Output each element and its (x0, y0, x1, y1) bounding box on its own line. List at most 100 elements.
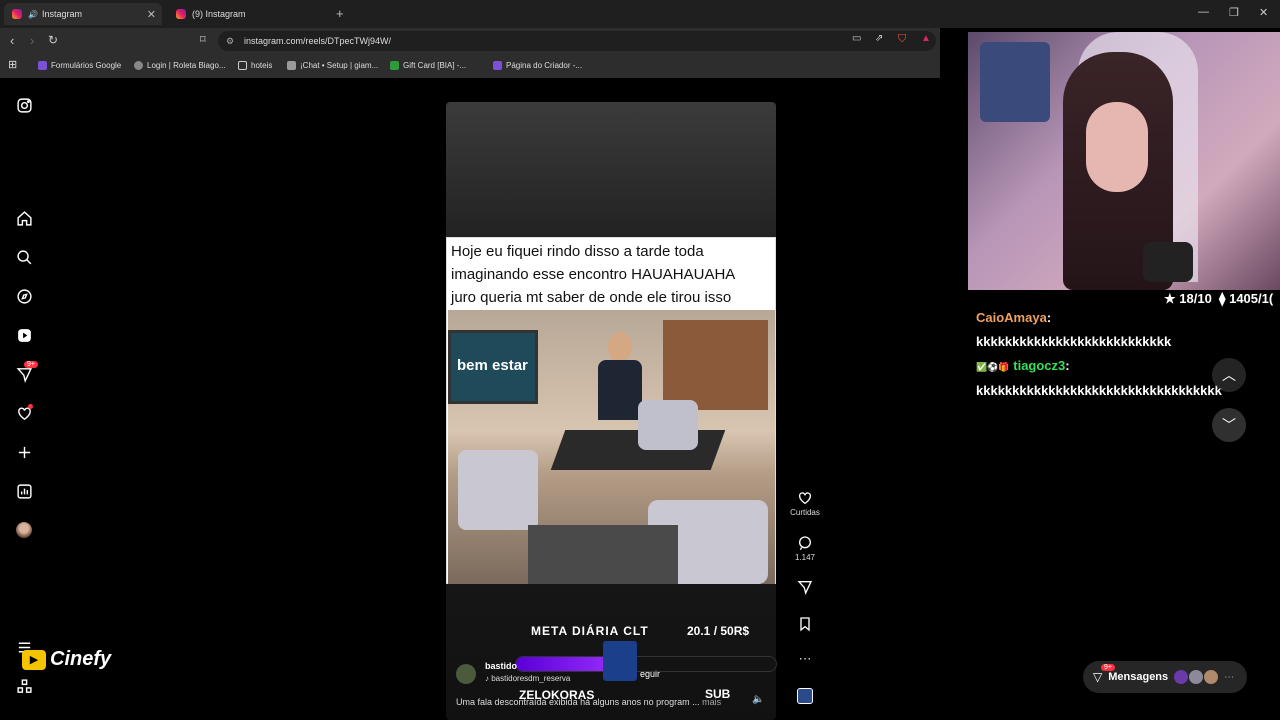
site-info-icon[interactable]: ⚙ (226, 31, 234, 51)
audio-label[interactable]: ♪ bastidoresdm_reserva (485, 674, 570, 683)
bookmark-chat-setup[interactable]: ¡Chat • Setup | giam... (287, 61, 378, 70)
comments-count: 1.147 (794, 553, 816, 562)
forms-icon (38, 61, 47, 70)
bookmark-save-icon (800, 617, 810, 632)
author-avatar[interactable] (456, 664, 476, 684)
previous-reel-button[interactable]: ︿ (1212, 358, 1246, 392)
messages-send-icon: ▽ 9+ (1093, 664, 1115, 684)
bookmark-label: Gift Card [BIA] -... (403, 61, 467, 70)
maximize-button[interactable]: ❐ (1229, 6, 1239, 19)
count-stat: ⧫ 1405/1( (1219, 291, 1274, 306)
audio-name: bastidoresdm_reserva (491, 674, 571, 683)
comment-icon (799, 536, 811, 551)
messages-label: Mensagens (1108, 671, 1169, 683)
instagram-sidebar: 9+ (0, 80, 48, 720)
description-text: Uma fala descontraída exibida há alguns … (456, 697, 700, 707)
mute-icon[interactable]: 🔈 (752, 694, 764, 705)
brave-rewards-icon[interactable]: ▲ (921, 33, 931, 44)
minimize-button[interactable]: — (1198, 6, 1209, 18)
chat-text: kkkkkkkkkkkkkkkkkkkkkkkkkkk (976, 334, 1172, 349)
also-from-meta-icon[interactable] (15, 677, 33, 695)
bookmark-gift-card[interactable]: Gift Card [BIA] -... (390, 61, 466, 70)
cast-icon[interactable]: ▭ (852, 33, 861, 44)
reload-button[interactable]: ↻ (48, 33, 58, 47)
instagram-logo-icon[interactable] (15, 96, 33, 114)
messages-pill[interactable]: ▽ 9+ Mensagens ⋯ (1083, 661, 1247, 693)
chat-badges-icon: ✅⚽🎁 (976, 362, 1010, 372)
direct-messages-icon[interactable]: 9+ (15, 361, 38, 383)
share-icon[interactable]: ⇗ (875, 33, 883, 44)
search-icon[interactable] (15, 248, 33, 266)
chat-message: CaioAmaya: kkkkkkkkkkkkkkkkkkkkkkkkkkk (976, 306, 1272, 354)
folder-icon (238, 61, 247, 70)
bookmark-label: ¡Chat • Setup | giam... (300, 61, 379, 70)
cinefy-logo: ▶ Cinefy (22, 648, 111, 671)
page-icon (287, 61, 296, 70)
streamer-face (1086, 102, 1148, 192)
follow-button[interactable]: eguir (640, 669, 660, 679)
reel-content-card: Hoje eu fiquei rindo disso a tarde toda … (446, 237, 776, 584)
notification-dot (28, 404, 33, 409)
tab-label: (9) Instagram (192, 9, 246, 19)
goal-value: 20.1 / 50R$ (687, 624, 750, 638)
dashboard-icon[interactable] (15, 482, 33, 500)
tab-label: Instagram (41, 9, 82, 19)
likes-label: Curtidas (790, 508, 820, 517)
home-icon[interactable] (15, 209, 33, 227)
bookmark-icon[interactable]: ⌑ (200, 33, 206, 46)
url-text: instagram.com/reels/DTpecTWj94W/ (244, 36, 392, 46)
close-window-button[interactable]: ✕ (1259, 6, 1268, 19)
work-card-icon (603, 641, 637, 681)
tab-instagram-active[interactable]: 🔊 Instagram ✕ (4, 3, 162, 25)
more-options-icon[interactable]: ⋯ (790, 651, 820, 667)
share-action[interactable] (790, 579, 820, 597)
bookmark-pagina-criador[interactable]: Página do Criador -... (493, 61, 582, 70)
bookmark-label: Página do Criador -... (506, 61, 583, 70)
forward-button[interactable]: › (30, 33, 34, 48)
presenter-body (598, 360, 642, 420)
profile-avatar[interactable] (15, 521, 33, 539)
reel-description: Uma fala descontraída exibida há alguns … (456, 697, 721, 707)
instagram-favicon-icon (176, 9, 186, 19)
comment-action[interactable]: 1.147 (790, 535, 820, 562)
caption-line: juro queria mt saber de onde ele tirou i… (451, 289, 732, 306)
cinefy-brand-text: Cinefy (50, 648, 112, 670)
bookmark-hoteis[interactable]: hoteis (238, 61, 272, 70)
more-link[interactable]: mais (702, 697, 721, 707)
new-tab-button[interactable]: + (336, 6, 344, 21)
audio-thumbnail[interactable] (790, 688, 820, 706)
streamer-webcam (968, 32, 1280, 290)
tv-studio-scene: bem estar (448, 310, 775, 584)
brave-shield-icon[interactable]: ⛉ (898, 33, 906, 46)
presenter-head (608, 332, 632, 362)
close-tab-icon[interactable]: ✕ (147, 8, 156, 21)
chat-username: CaioAmaya (976, 310, 1047, 325)
avatar (1204, 670, 1219, 684)
bookmark-formularios[interactable]: Formulários Google (38, 61, 121, 70)
back-button[interactable]: ‹ (10, 33, 14, 48)
armchair-left (458, 450, 538, 530)
notifications-heart-icon[interactable] (15, 404, 33, 422)
messages-more-icon[interactable]: ⋯ (1224, 672, 1234, 683)
create-plus-icon[interactable] (15, 443, 33, 461)
author-username[interactable]: bastido (485, 661, 517, 671)
explore-icon[interactable] (15, 287, 33, 305)
tab-instagram-2[interactable]: (9) Instagram (168, 3, 328, 25)
url-field[interactable]: ⚙ instagram.com/reels/DTpecTWj94W/ (218, 31, 936, 51)
apps-icon[interactable]: ⊞ (8, 58, 17, 71)
chat-header-stats: ★ 18/10 ⧫ 1405/1( (1164, 291, 1273, 307)
bookmark-roleta[interactable]: Login | Roleta Biago... (134, 61, 226, 70)
messages-avatars (1174, 670, 1219, 684)
studio-rug (528, 525, 678, 584)
avatar (1174, 670, 1189, 684)
bookmark-label: Login | Roleta Biago... (147, 61, 226, 70)
notifications-badge: 9+ (24, 361, 38, 368)
save-action[interactable] (790, 616, 820, 634)
next-reel-button[interactable]: ﹀ (1212, 408, 1246, 442)
reels-icon[interactable] (15, 326, 33, 344)
bookmark-label: hoteis (251, 61, 273, 70)
avatar (1189, 670, 1204, 684)
goal-title: META DIÁRIA CLT (531, 624, 649, 638)
bookshelf (663, 320, 768, 410)
like-action[interactable]: Curtidas (790, 490, 820, 517)
